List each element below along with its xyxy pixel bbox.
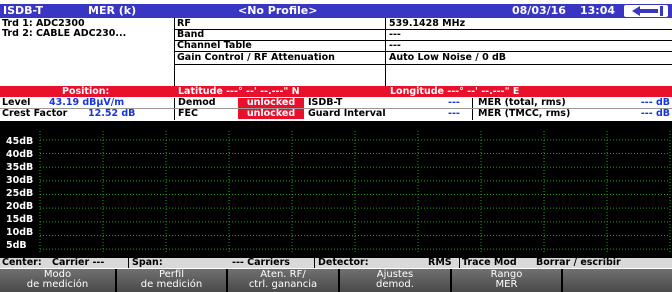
divider [472,98,473,120]
transducer-1: Trd 1: ADC2300 [2,19,85,29]
position-row: Position: Latitude ---° --' --.---" N Lo… [0,86,672,97]
back-arrow-icon[interactable] [624,5,668,17]
y-axis-label: 30dB [6,175,34,186]
span-value: --- Carriers [232,258,290,268]
divider [459,258,460,268]
y-axis-label: 20dB [6,201,34,212]
divider [174,98,175,120]
crest-factor-value: 12.52 dB [88,109,136,119]
softkey-line: ctrl. ganancia [248,279,318,290]
mer-tmcc-label: MER (TMCC, rms) [478,109,571,119]
detector-label: Detector: [318,258,369,268]
info-panel: Trd 1: ADC2300 Trd 2: CABLE ADC230... RF… [0,18,672,86]
guard-interval-value: --- [448,109,460,119]
param-value-band: --- [389,30,401,40]
profile-label: <No Profile> [238,4,318,17]
param-value-rf: 539.1428 MHz [389,19,466,29]
softkey-measurement-profile[interactable]: Perfil de medición [117,269,228,292]
trace-mode-value: Borrar / escribir [536,258,621,268]
mode-label: ISDB-T [3,4,43,17]
isdb-value: --- [448,98,460,108]
param-label-gain-control: Gain Control / RF Attenuation [177,53,335,63]
divider [314,258,315,268]
mer-graph[interactable]: 45dB 40dB 35dB 30dB 25dB 20dB 15dB 10dB … [0,121,672,258]
measure-row-2: Crest Factor 12.52 dB FEC unlocked Guard… [0,109,672,119]
center-label: Center: [2,258,42,268]
time-label: 13:04 [580,4,616,17]
mer-tmcc-value: --- dB [640,109,670,119]
softkey-mer-range[interactable]: Rango MER [452,269,563,292]
status-bar: Center: Carrier --- Span: --- Carriers D… [0,258,672,268]
param-value-gain-control: Auto Low Noise / 0 dB [389,53,507,63]
latitude-value: Latitude ---° --' --.---" N [178,86,300,97]
softkey-demod-settings[interactable]: Ajustes demod. [340,269,452,292]
y-axis-label: 45dB [6,136,34,147]
date-label: 08/03/16 [512,4,566,17]
trace-mode-label: Trace Mod [462,258,517,268]
divider [174,64,672,65]
fec-status-badge: unlocked [238,109,304,119]
mer-total-label: MER (total, rms) [478,98,566,108]
y-axis-label: 35dB [6,162,34,173]
analyzer-screen: ISDB-T MER (k) <No Profile> 08/03/16 13:… [0,4,672,292]
fec-label: FEC [178,109,198,119]
position-label: Position: [62,86,110,97]
level-label: Level [2,98,31,108]
guard-interval-label: Guard Interval [308,109,386,119]
isdb-label: ISDB-T [308,98,343,108]
param-label-channel-table: Channel Table [177,41,252,51]
divider [174,29,672,30]
transducer-2: Trd 2: CABLE ADC230... [2,29,127,39]
mer-total-value: --- dB [640,98,670,108]
param-label-rf: RF [177,19,191,29]
softkey-line: MER [495,279,518,290]
demod-status-badge: unlocked [238,98,304,108]
y-axis-label: 40dB [6,149,34,160]
detector-value: RMS [428,258,452,268]
y-axis-label: 5dB [6,240,27,251]
divider [0,108,672,109]
longitude-value: Longitude ---° --' --.---" E [390,86,520,97]
crest-factor-label: Crest Factor [2,109,68,119]
softkey-rf-attenuation[interactable]: Aten. RF/ ctrl. ganancia [228,269,340,292]
y-axis-label: 10dB [6,227,34,238]
carrier-value: Carrier --- [52,258,105,268]
title-bar: ISDB-T MER (k) <No Profile> 08/03/16 13:… [0,4,672,18]
softkey-line: demod. [376,279,414,290]
divider [128,258,129,268]
graph-grid [39,131,671,254]
divider [174,51,672,52]
divider [174,40,672,41]
measure-label: MER (k) [88,4,137,17]
level-value: 43.19 dBµV/m [49,98,125,108]
softkey-line: de medición [26,279,89,290]
softkey-measurement-mode[interactable]: Modo de medición [0,269,117,292]
y-axis-label: 25dB [6,188,34,199]
param-value-channel-table: --- [389,41,401,51]
softkey-empty[interactable] [563,269,672,292]
param-label-band: Band [177,30,205,40]
softkey-bar: Modo de medición Perfil de medición Aten… [0,269,672,292]
y-axis-label: 15dB [6,214,34,225]
demod-label: Demod [178,98,216,108]
span-label: Span: [132,258,163,268]
softkey-line: de medición [140,279,203,290]
measure-row-1: Level 43.19 dBµV/m Demod unlocked ISDB-T… [0,98,672,108]
